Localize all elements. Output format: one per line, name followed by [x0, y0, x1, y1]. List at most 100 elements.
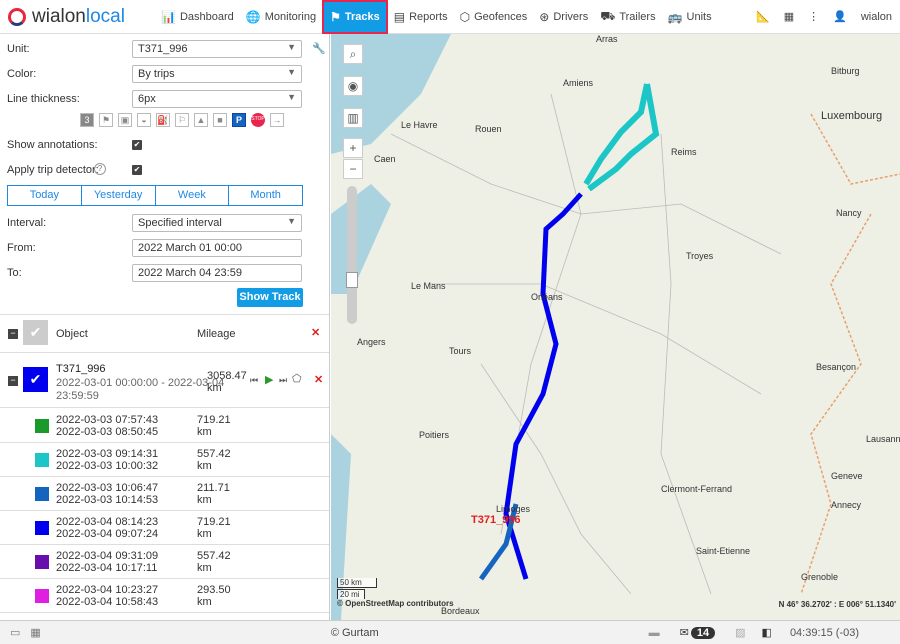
trip-mileage-unit: km [197, 596, 212, 608]
messages-count[interactable]: 14 [690, 626, 716, 639]
trip-row[interactable]: 2022-03-04 10:23:27 2022-03-04 10:58:43 2… [0, 579, 329, 613]
fast-forward-icon[interactable]: ⏭ [279, 375, 287, 386]
map-layers-icon[interactable]: ▥ [343, 108, 363, 128]
nav-monitoring[interactable]: 🌐 Monitoring [240, 0, 322, 34]
trip-row[interactable]: 2022-03-04 09:31:09 2022-03-04 10:17:11 5… [0, 545, 329, 579]
chevron-down-icon: ▼ [287, 42, 296, 52]
grid-icon[interactable]: ▦ [30, 626, 40, 639]
unit-name: T371_996 [56, 363, 106, 375]
trip-mileage: 557.42 [197, 448, 231, 460]
thickness-label: Line thickness: [7, 93, 80, 105]
help-icon[interactable]: ? [94, 163, 106, 175]
logo[interactable]: wialon local [0, 6, 155, 28]
geofence-icon[interactable]: ⬠ [292, 372, 302, 385]
stop-icon[interactable]: STOP [251, 113, 265, 127]
thickness-select[interactable]: 6px ▼ [132, 90, 302, 108]
tab-today[interactable]: Today [8, 186, 82, 205]
ruler-icon[interactable]: 📐 [756, 10, 770, 23]
username[interactable]: wialon [861, 11, 892, 23]
image-icon[interactable]: ▲ [194, 113, 208, 127]
parking-icon[interactable]: P [232, 113, 246, 127]
zoom-in-button[interactable]: + [343, 138, 363, 158]
trip-mileage: 557.42 [197, 550, 231, 562]
video-icon[interactable]: ■ [213, 113, 227, 127]
zoom-slider[interactable] [346, 186, 358, 324]
trip-row[interactable]: 2022-03-03 09:14:31 2022-03-03 10:00:32 5… [0, 443, 329, 477]
color-select[interactable]: By trips ▼ [132, 65, 302, 83]
trip-mileage-unit: km [197, 528, 212, 540]
trip-detector-label: Apply trip detector: [7, 164, 99, 176]
wrench-icon[interactable]: 🔧 [312, 42, 326, 55]
nav-trailers[interactable]: ⛟ Trailers [594, 0, 661, 34]
trip-mileage: 211.71 [197, 482, 230, 494]
show-track-button[interactable]: Show Track [237, 288, 303, 307]
trip-detector-checkbox[interactable]: ✔ [132, 165, 142, 175]
play-icon[interactable]: ▶ [265, 373, 273, 386]
search-icon[interactable]: ⌕ [343, 44, 363, 64]
tracks-panel: Unit: T371_996 ▼ 🔧 Color: By trips ▼ Line … [0, 34, 330, 620]
zoom-out-button[interactable]: − [343, 159, 363, 179]
trip-row[interactable]: 2022-03-03 10:06:47 2022-03-03 10:14:53 2… [0, 477, 329, 511]
eye-icon[interactable]: ◉ [343, 76, 363, 96]
from-label: From: [7, 242, 36, 254]
tab-yesterday[interactable]: Yesterday [82, 186, 156, 205]
nav-drivers[interactable]: ⊛ Drivers [533, 0, 594, 34]
delete-all-icon[interactable]: ✕ [311, 326, 320, 339]
panel-toggle-icon[interactable]: ▭ [10, 626, 20, 639]
unit-track-row[interactable]: − ✔ T371_996 2022-03-01 00:00:00 - 2022-… [0, 353, 329, 408]
unit-select[interactable]: T371_996 ▼ [132, 40, 302, 58]
gallery-icon[interactable]: ▨ [735, 626, 745, 639]
more-icon[interactable]: ⋮ [808, 10, 819, 23]
period-tabs: Today Yesterday Week Month [7, 185, 303, 206]
mileage-header: Mileage [197, 328, 236, 340]
nav-tracks[interactable]: ⚑ Tracks [322, 0, 388, 34]
attribution: © OpenStreetMap contributors [337, 599, 454, 608]
trip-start: 2022-03-03 07:57:43 [56, 414, 159, 426]
rewind-icon[interactable]: ⏮ [250, 375, 258, 386]
nav-units[interactable]: 🚌 Units [662, 0, 718, 34]
fuel-can-icon[interactable]: ▣ [118, 113, 132, 127]
trip-start: 2022-03-03 09:14:31 [56, 448, 159, 460]
flag-icon[interactable]: ⚐ [175, 113, 189, 127]
to-input[interactable]: 2022 March 04 23:59 [132, 264, 302, 282]
interval-label: Interval: [7, 217, 47, 229]
select-all-checkbox[interactable]: ✔ [23, 320, 48, 345]
nav-geofences[interactable]: ⬡ Geofences [454, 0, 534, 34]
trip-row[interactable]: 2022-03-03 07:57:43 2022-03-03 08:50:45 7… [0, 409, 329, 443]
trip-start: 2022-03-04 08:14:23 [56, 516, 159, 528]
show-annotations-checkbox[interactable]: ✔ [132, 140, 142, 150]
footer: ▭ ▦ © Gurtam ▬ ✉ 14 ▨ ◧ 04:39:15 (-03) [0, 620, 900, 644]
unit-map-label[interactable]: T371_996 [471, 514, 521, 526]
from-input[interactable]: 2022 March 01 00:00 [132, 239, 302, 257]
delete-track-icon[interactable]: ✕ [314, 373, 323, 386]
flags-icon[interactable]: ⚑ [99, 113, 113, 127]
trip-color-swatch [35, 521, 49, 535]
trip-start: 2022-03-04 09:31:09 [56, 550, 159, 562]
tab-month[interactable]: Month [229, 186, 302, 205]
trip-end: 2022-03-04 10:17:11 [56, 562, 158, 574]
tab-week[interactable]: Week [156, 186, 230, 205]
notifications-icon[interactable]: ▬ [649, 627, 660, 639]
fuel-station-icon[interactable]: ⛽ [156, 113, 170, 127]
nav-reports[interactable]: ▤ Reports [388, 0, 454, 34]
map[interactable]: Arras Amiens Bitburg Luxembourg Le Havre… [331, 34, 900, 620]
numbers-icon[interactable]: 3 [80, 113, 94, 127]
user-icon[interactable]: 👤 [833, 10, 847, 23]
collapse-all-icon[interactable]: − [8, 329, 18, 339]
apps-grid-icon[interactable]: ▦ [784, 10, 794, 23]
track-color-checkbox[interactable]: ✔ [23, 367, 48, 392]
gauge-icon[interactable]: ◒ [137, 113, 151, 127]
messages-icon[interactable]: ✉ [680, 626, 689, 639]
nav-dashboard[interactable]: 📊 Dashboard [155, 0, 240, 34]
arrow-icon[interactable]: → [270, 113, 284, 127]
trip-color-swatch [35, 555, 49, 569]
layout-icon[interactable]: ◧ [762, 626, 772, 639]
clock: 04:39:15 (-03) [789, 626, 860, 639]
report-icon: ▤ [393, 9, 406, 24]
interval-select[interactable]: Specified interval ▼ [132, 214, 302, 232]
trip-row[interactable]: 2022-03-04 08:14:23 2022-03-04 09:07:24 7… [0, 511, 329, 545]
collapse-icon[interactable]: − [8, 376, 18, 386]
trip-mileage-unit: km [197, 494, 212, 506]
trip-color-swatch [35, 487, 49, 501]
top-bar: wialon local 📊 Dashboard 🌐 Monitoring ⚑ Trac… [0, 0, 900, 34]
